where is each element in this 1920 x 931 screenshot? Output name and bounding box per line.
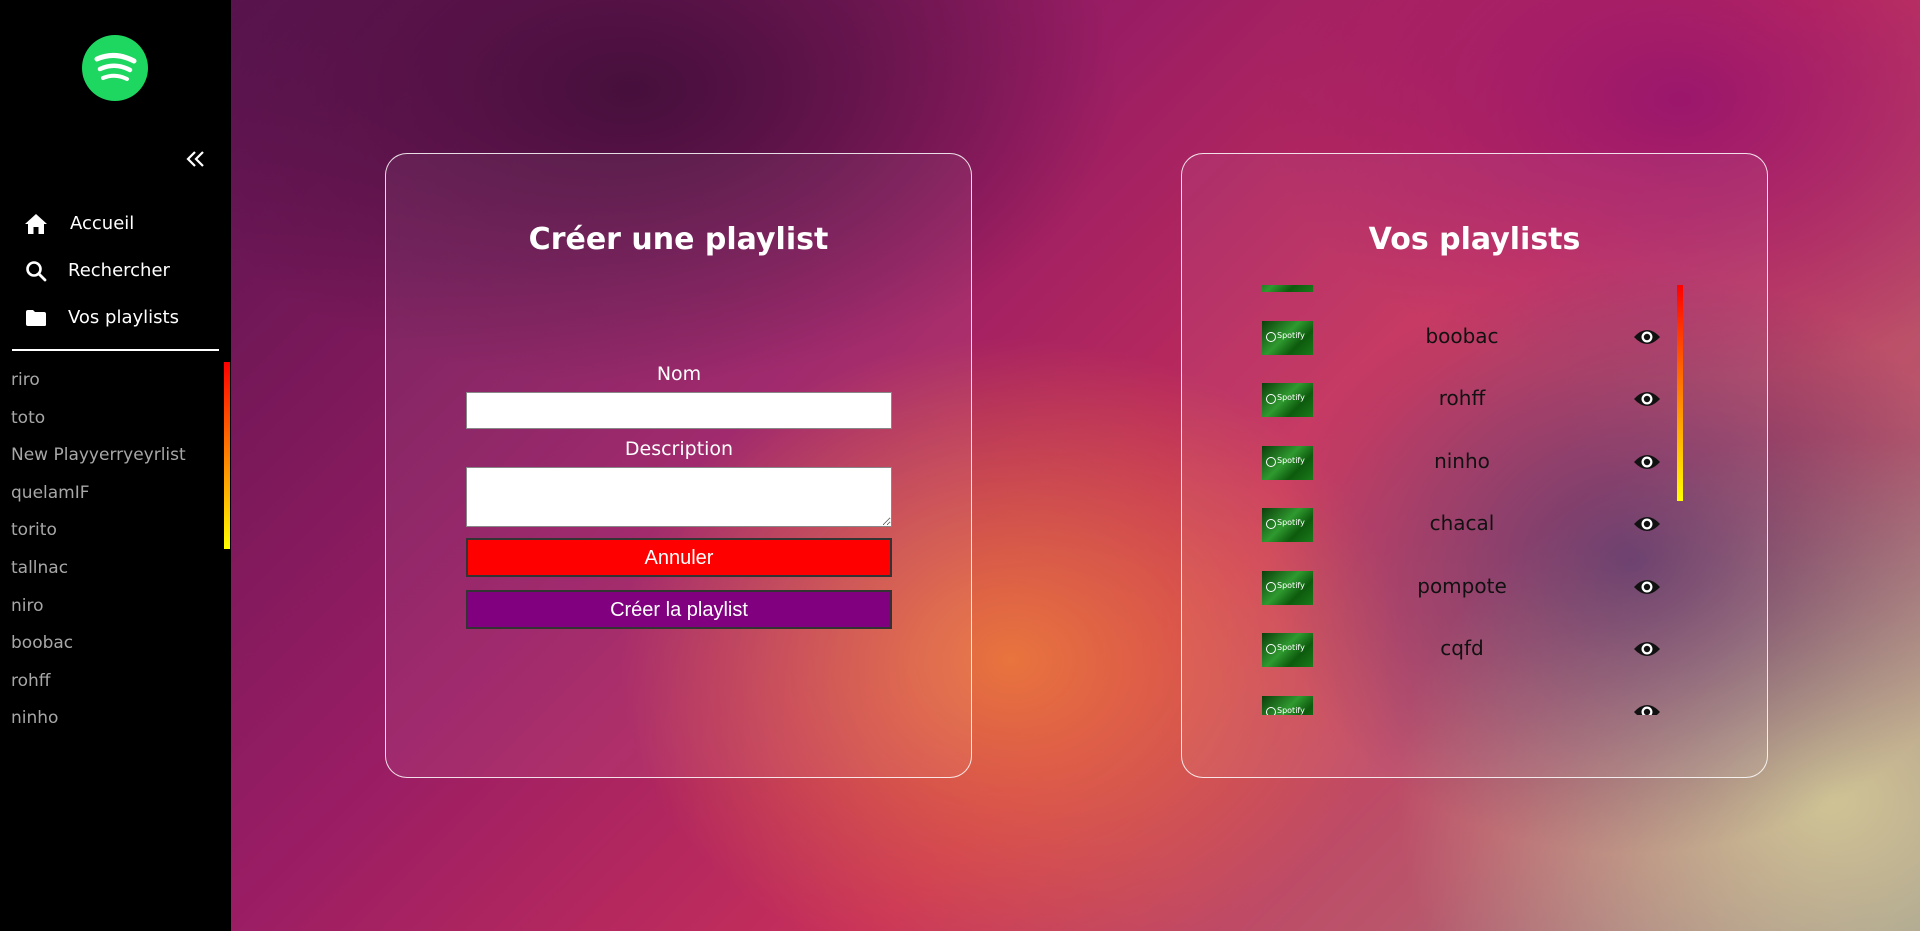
playlist-row[interactable]: Spotify chacal	[1222, 491, 1702, 554]
sidebar-playlist-item[interactable]: quelamIF	[0, 475, 224, 513]
your-playlists-title: Vos playlists	[1368, 222, 1581, 257]
sidebar-playlist-item[interactable]: toto	[0, 400, 224, 438]
sidebar-playlist-item[interactable]: torito	[0, 512, 224, 550]
thumbnail-text: Spotify	[1277, 643, 1305, 653]
folder-icon	[24, 306, 48, 330]
create-playlist-card: Créer une playlist Nom Description Annul…	[385, 153, 972, 778]
playlist-thumbnail: Spotify	[1262, 320, 1313, 355]
playlist-row[interactable]: Spotify boobac	[1222, 304, 1702, 367]
eye-icon[interactable]	[1632, 451, 1662, 473]
sidebar-item-label: Vos playlists	[68, 307, 179, 328]
sidebar-playlist-item[interactable]: niro	[0, 588, 224, 626]
playlist-thumbnail: Spotify	[1262, 508, 1313, 543]
sidebar-item-vos-playlists[interactable]: Vos playlists	[0, 294, 231, 341]
name-input[interactable]	[466, 392, 892, 429]
spotify-mini-logo-icon	[1266, 706, 1276, 715]
sidebar-nav: Accueil Rechercher Vos playlists	[0, 200, 231, 341]
sidebar-item-rechercher[interactable]: Rechercher	[0, 247, 231, 294]
playlist-row[interactable]: Spotify rohff	[1222, 366, 1702, 429]
sidebar-playlist-item[interactable]: New Playyerryeyrlist	[0, 437, 224, 475]
playlist-thumbnail: Spotify	[1262, 445, 1313, 480]
playlist-name: chacal	[1429, 511, 1495, 536]
playlist-row[interactable]: Spotify pompote	[1222, 554, 1702, 617]
spotify-mini-logo-icon	[1266, 581, 1276, 592]
playlist-name: cqfd	[1440, 636, 1484, 661]
spotify-mini-logo-icon	[1266, 644, 1276, 655]
thumbnail-text: Spotify	[1277, 455, 1305, 465]
description-textarea[interactable]	[466, 467, 892, 527]
thumbnail-text: Spotify	[1277, 330, 1305, 340]
thumbnail-text: Spotify	[1277, 705, 1305, 715]
playlist-thumbnail: Spotify	[1262, 383, 1313, 418]
sidebar-scrollbar[interactable]	[224, 362, 230, 549]
eye-icon[interactable]	[1632, 576, 1662, 598]
sidebar-playlist-list[interactable]: riro toto New Playyerryeyrlist quelamIF …	[0, 362, 224, 732]
main-content: Créer une playlist Nom Description Annul…	[231, 0, 1920, 931]
sidebar-playlist-item[interactable]: tallnac	[0, 550, 224, 588]
playlist-thumbnail: Spotify	[1262, 570, 1313, 605]
playlist-row[interactable]: Spotify ninho	[1222, 429, 1702, 492]
playlist-thumbnail: Spotify	[1262, 633, 1313, 668]
playlist-thumbnail: Spotify	[1262, 695, 1313, 715]
sidebar-item-label: Accueil	[70, 213, 135, 234]
sidebar-playlist-item[interactable]: rohff	[0, 663, 224, 701]
playlist-row[interactable]: Spotify	[1222, 679, 1702, 715]
thumbnail-text: Spotify	[1277, 393, 1305, 403]
playlist-name: pompote	[1417, 573, 1507, 598]
search-icon	[24, 259, 48, 283]
thumbnail-text: Spotify	[1277, 580, 1305, 590]
playlist-name: ninho	[1434, 448, 1490, 473]
playlist-list[interactable]: SpotifyniroSpotifyboobacSpotifyrohffSpot…	[1222, 285, 1702, 715]
create-playlist-title: Créer une playlist	[528, 222, 829, 257]
playlist-row[interactable]: Spotify cqfd	[1222, 616, 1702, 679]
home-icon	[24, 212, 48, 236]
name-label: Nom	[656, 363, 702, 385]
spotify-mini-logo-icon	[1266, 456, 1276, 467]
sidebar: Accueil Rechercher Vos playlists riro to…	[0, 0, 231, 931]
playlist-scrollbar[interactable]	[1677, 285, 1683, 501]
cancel-button[interactable]: Annuler	[466, 538, 892, 577]
description-label: Description	[624, 438, 734, 460]
eye-icon[interactable]	[1632, 326, 1662, 348]
playlist-row[interactable]: Spotifyniro	[1222, 285, 1702, 304]
sidebar-playlist-item[interactable]: ninho	[0, 700, 224, 738]
playlist-name: rohff	[1438, 386, 1486, 411]
create-playlist-button[interactable]: Créer la playlist	[466, 590, 892, 629]
double-chevron-left-icon[interactable]	[184, 147, 208, 171]
playlist-name: boobac	[1425, 323, 1499, 348]
spotify-mini-logo-icon	[1266, 331, 1276, 342]
sidebar-playlist-item[interactable]: riro	[0, 362, 224, 400]
sidebar-item-accueil[interactable]: Accueil	[0, 200, 231, 247]
sidebar-item-label: Rechercher	[68, 260, 170, 281]
spotify-mini-logo-icon	[1266, 519, 1276, 530]
thumbnail-text: Spotify	[1277, 518, 1305, 528]
spotify-logo[interactable]	[82, 35, 148, 101]
eye-icon[interactable]	[1632, 388, 1662, 410]
eye-icon[interactable]	[1632, 638, 1662, 660]
sidebar-playlist-item[interactable]: boobac	[0, 625, 224, 663]
eye-icon[interactable]	[1632, 701, 1662, 715]
spotify-mini-logo-icon	[1266, 394, 1276, 405]
your-playlists-card: Vos playlists SpotifyniroSpotifyboobacSp…	[1181, 153, 1768, 778]
playlist-thumbnail: Spotify	[1262, 285, 1313, 293]
eye-icon[interactable]	[1632, 513, 1662, 535]
nav-divider	[12, 349, 219, 351]
